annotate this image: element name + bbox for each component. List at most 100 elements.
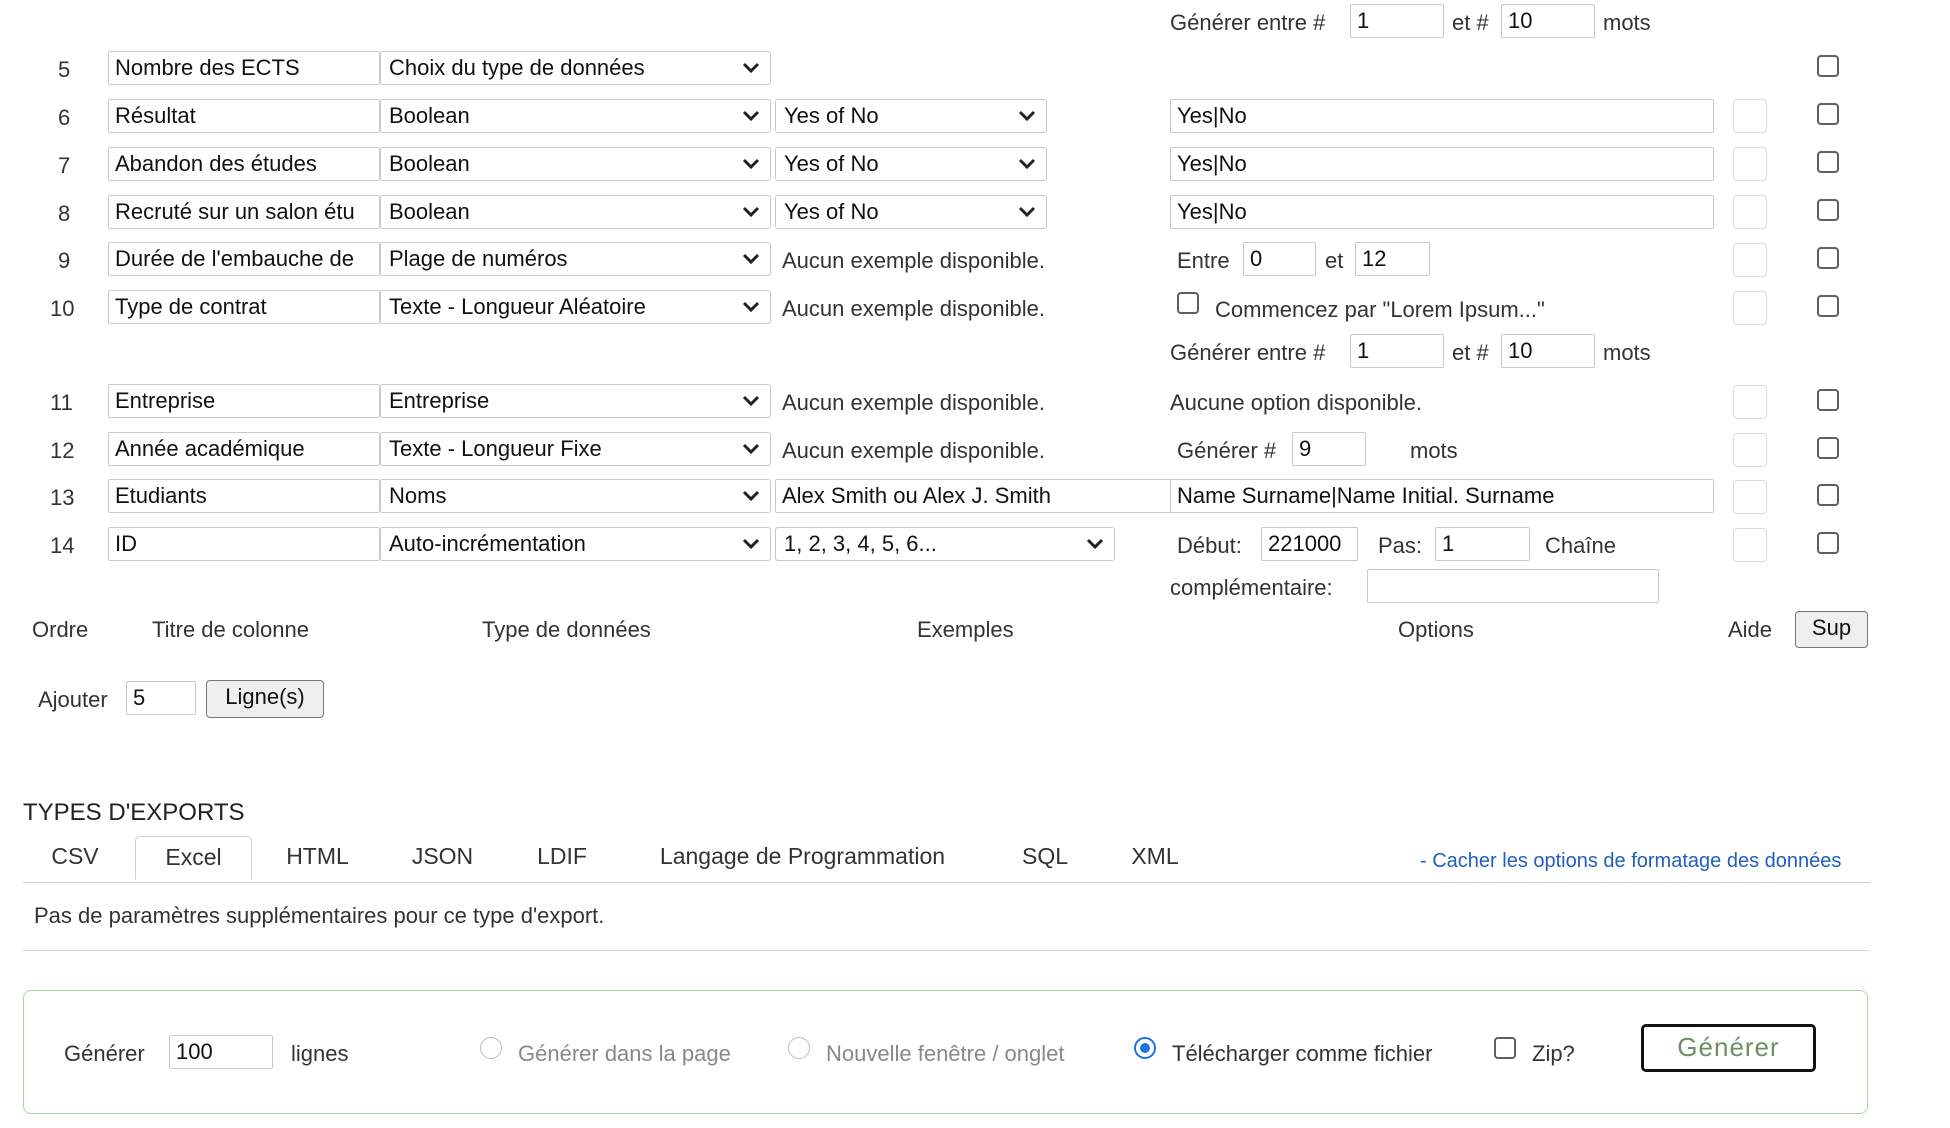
header-options: Options — [1398, 617, 1474, 642]
tab-programming-language[interactable]: Langage de Programmation — [640, 836, 965, 876]
hide-formatting-link[interactable]: - Cacher les options de formatage des do… — [1420, 848, 1841, 874]
word-min-input[interactable]: 1 — [1350, 334, 1444, 368]
section-divider — [23, 950, 1870, 951]
select-value: Texte - Longueur Fixe — [389, 436, 602, 461]
tab-ldif[interactable]: LDIF — [517, 836, 607, 876]
example-select[interactable]: Yes of No — [775, 195, 1047, 229]
new-window-label: Nouvelle fenêtre / onglet — [826, 1041, 1065, 1066]
tab-csv[interactable]: CSV — [35, 836, 115, 876]
download-file-label: Télécharger comme fichier — [1172, 1041, 1433, 1066]
example-select[interactable]: Yes of No — [775, 147, 1047, 181]
column-title-input[interactable]: Etudiants — [108, 479, 380, 513]
column-title-input[interactable]: Entreprise — [108, 384, 380, 418]
delete-checkbox[interactable] — [1817, 151, 1839, 173]
select-value: Texte - Longueur Aléatoire — [389, 294, 646, 319]
help-button[interactable] — [1733, 243, 1767, 277]
delete-checkbox[interactable] — [1817, 103, 1839, 125]
column-title-input[interactable]: Nombre des ECTS — [108, 51, 380, 85]
delete-checkbox[interactable] — [1817, 532, 1839, 554]
chevron-down-icon — [742, 206, 760, 218]
data-type-select[interactable]: Texte - Longueur Fixe — [380, 432, 771, 466]
data-type-select[interactable]: Boolean — [380, 99, 771, 133]
header-help: Aide — [1728, 617, 1773, 642]
help-button[interactable] — [1733, 291, 1767, 325]
tab-excel[interactable]: Excel — [135, 836, 252, 880]
data-type-select[interactable]: Entreprise — [380, 384, 771, 418]
delete-checkbox[interactable] — [1817, 484, 1839, 506]
and-label: et # — [1452, 340, 1489, 365]
add-rows-button[interactable]: Ligne(s) — [206, 680, 324, 718]
exports-heading: TYPES D'EXPORTS — [23, 799, 245, 826]
tab-xml[interactable]: XML — [1115, 836, 1195, 876]
option-input[interactable]: Yes|No — [1170, 147, 1714, 181]
chevron-down-icon — [742, 253, 760, 265]
option-input[interactable]: Name Surname|Name Initial. Surname — [1170, 479, 1714, 513]
step-input[interactable]: 1 — [1435, 527, 1530, 561]
word-min-input[interactable]: 1 — [1350, 4, 1444, 38]
column-title-input[interactable]: Résultat — [108, 99, 380, 133]
data-type-select[interactable]: Boolean — [380, 195, 771, 229]
data-type-select[interactable]: Auto-incrémentation — [380, 527, 771, 561]
select-value: Yes of No — [784, 103, 879, 128]
option-input[interactable]: Yes|No — [1170, 99, 1714, 133]
help-button[interactable] — [1733, 99, 1767, 133]
range-max-input[interactable]: 12 — [1355, 242, 1430, 276]
column-title-input[interactable]: Recruté sur un salon étu — [108, 195, 380, 229]
rows-unit-label: lignes — [291, 1041, 349, 1066]
column-title-input[interactable]: Type de contrat — [108, 290, 380, 324]
generate-panel: Générer 100 lignes Générer dans la page … — [23, 990, 1868, 1114]
word-count-input[interactable]: 9 — [1292, 432, 1366, 466]
help-button[interactable] — [1733, 385, 1767, 419]
range-min-input[interactable]: 0 — [1243, 242, 1316, 276]
add-label: Ajouter — [38, 687, 108, 712]
delete-checkbox[interactable] — [1817, 199, 1839, 221]
example-input[interactable]: Alex Smith ou Alex J. Smith — [775, 479, 1175, 513]
and-label: et — [1325, 248, 1344, 273]
generate-rows-label: Générer — [64, 1041, 145, 1066]
generate-between-label: Générer entre # — [1170, 340, 1326, 365]
rows-count-input[interactable]: 100 — [169, 1035, 273, 1069]
row-order: 12 — [50, 438, 75, 463]
help-button[interactable] — [1733, 480, 1767, 514]
delete-checkbox[interactable] — [1817, 247, 1839, 269]
help-button[interactable] — [1733, 147, 1767, 181]
row-order: 10 — [50, 296, 75, 321]
option-input[interactable]: Yes|No — [1170, 195, 1714, 229]
start-input[interactable]: 221000 — [1261, 527, 1358, 561]
delete-checkbox[interactable] — [1817, 55, 1839, 77]
tab-json[interactable]: JSON — [395, 836, 490, 876]
row-order: 13 — [50, 485, 75, 510]
generate-button[interactable]: Générer — [1641, 1024, 1816, 1072]
column-title-input[interactable]: Année académique — [108, 432, 380, 466]
word-max-input[interactable]: 10 — [1501, 4, 1595, 38]
help-button[interactable] — [1733, 433, 1767, 467]
add-count-input[interactable]: 5 — [126, 681, 196, 715]
word-max-input[interactable]: 10 — [1501, 334, 1595, 368]
tab-html[interactable]: HTML — [270, 836, 365, 876]
delete-selected-button[interactable]: Sup — [1795, 611, 1868, 648]
download-file-radio[interactable] — [1134, 1037, 1156, 1059]
delete-checkbox[interactable] — [1817, 389, 1839, 411]
data-type-select[interactable]: Texte - Longueur Aléatoire — [380, 290, 771, 324]
new-window-radio[interactable] — [788, 1037, 810, 1059]
column-title-input[interactable]: Durée de l'embauche de — [108, 242, 380, 276]
data-type-select[interactable]: Noms — [380, 479, 771, 513]
data-type-select[interactable]: Choix du type de données — [380, 51, 771, 85]
suffix-input[interactable] — [1367, 569, 1659, 603]
help-button[interactable] — [1733, 528, 1767, 562]
example-select[interactable]: Yes of No — [775, 99, 1047, 133]
example-select[interactable]: 1, 2, 3, 4, 5, 6... — [775, 527, 1115, 561]
delete-checkbox[interactable] — [1817, 295, 1839, 317]
column-title-input[interactable]: Abandon des études — [108, 147, 380, 181]
data-type-select[interactable]: Plage de numéros — [380, 242, 771, 276]
header-title: Titre de colonne — [152, 617, 309, 642]
help-button[interactable] — [1733, 195, 1767, 229]
generate-in-page-radio[interactable] — [480, 1037, 502, 1059]
column-title-input[interactable]: ID — [108, 527, 380, 561]
delete-checkbox[interactable] — [1817, 437, 1839, 459]
step-label: Pas: — [1378, 533, 1423, 558]
tab-sql[interactable]: SQL — [1005, 836, 1085, 876]
data-type-select[interactable]: Boolean — [380, 147, 771, 181]
lorem-checkbox[interactable] — [1177, 292, 1199, 314]
zip-checkbox[interactable] — [1494, 1037, 1516, 1059]
